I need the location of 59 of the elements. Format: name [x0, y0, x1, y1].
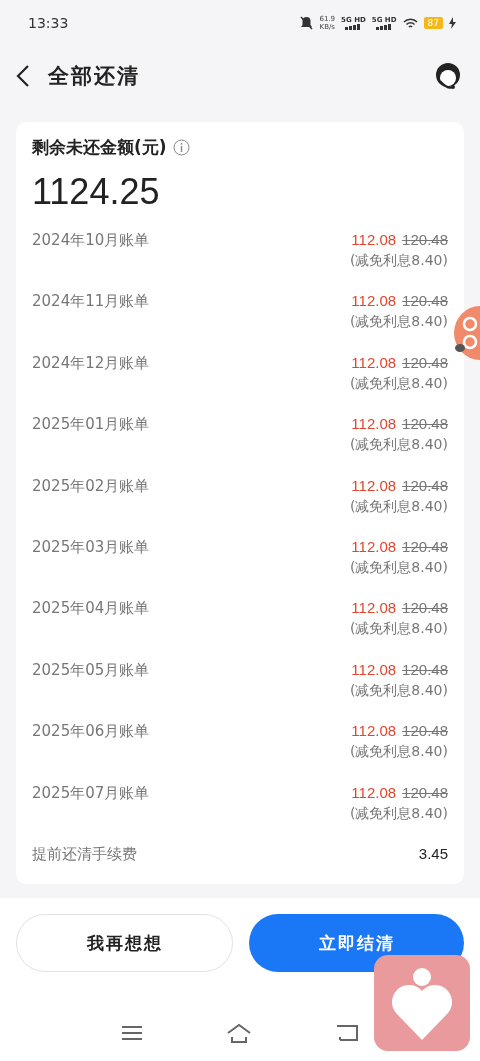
original-amount: 120.48: [402, 722, 448, 740]
bill-month: 2024年10月账单: [32, 231, 150, 251]
bill-month: 2025年07月账单: [32, 783, 150, 804]
original-amount: 120.48: [402, 415, 448, 433]
interest-waiver: (减免利息8.40): [349, 558, 448, 577]
floating-bubble-icon[interactable]: [454, 306, 480, 360]
fee-value: 3.45: [418, 844, 448, 864]
interest-waiver: (减免利息8.40): [349, 313, 448, 332]
info-icon[interactable]: [172, 139, 190, 156]
bill-month: 2025年05月账单: [32, 660, 150, 681]
battery-level: 87: [423, 17, 443, 29]
wifi-icon: [402, 17, 418, 29]
original-amount: 120.48: [402, 292, 448, 310]
mute-icon: [300, 16, 314, 30]
bill-month: 2025年01月账单: [32, 415, 150, 436]
bill-month: 2025年04月账单: [32, 599, 150, 620]
original-amount: 120.48: [402, 599, 448, 617]
fee-label: 提前还清手续费: [32, 844, 137, 864]
bill-amount: 112.08: [351, 415, 397, 433]
bill-amount: 112.08: [351, 537, 397, 555]
interest-waiver: (减免利息8.40): [349, 681, 448, 700]
bill-month: 2024年11月账单: [32, 292, 150, 313]
clock: 13:33: [28, 15, 69, 31]
bill-amount: 112.08: [351, 292, 397, 310]
interest-waiver: (减免利息8.40): [349, 374, 448, 393]
interest-waiver: (减免利息8.40): [349, 743, 448, 762]
signal-icon: [345, 24, 362, 30]
bill-amount: 112.08: [351, 231, 397, 248]
bill-amount: 112.08: [351, 599, 397, 617]
back-icon[interactable]: [16, 64, 30, 88]
bill-amount: 112.08: [351, 476, 397, 494]
interest-waiver: (减免利息8.40): [349, 497, 448, 516]
bill-month: 2024年12月账单: [32, 353, 150, 374]
remaining-amount: 1124.25: [32, 171, 161, 213]
bill-month: 2025年06月账单: [32, 722, 150, 743]
bill-month: 2025年02月账单: [32, 476, 150, 497]
interest-waiver: (减免利息8.40): [349, 620, 448, 639]
signal-icon: [376, 24, 393, 30]
page-title: 全部还清: [48, 63, 140, 90]
charging-icon: [449, 17, 456, 29]
summary-label: 剩余未还金额(元): [32, 136, 167, 159]
original-amount: 120.48: [402, 231, 448, 248]
original-amount: 120.48: [402, 353, 448, 371]
original-amount: 120.48: [402, 476, 448, 494]
home-icon[interactable]: [226, 1023, 252, 1043]
menu-icon[interactable]: [122, 1025, 142, 1041]
bill-amount: 112.08: [351, 660, 397, 678]
bill-amount: 112.08: [351, 783, 397, 801]
cancel-button[interactable]: 我再想想: [16, 914, 233, 972]
original-amount: 120.48: [402, 537, 448, 555]
bill-amount: 112.08: [351, 353, 397, 371]
original-amount: 120.48: [402, 660, 448, 678]
back-nav-icon[interactable]: [336, 1024, 358, 1042]
interest-waiver: (减免利息8.40): [349, 252, 448, 270]
original-amount: 120.48: [402, 783, 448, 801]
bill-month: 2025年03月账单: [32, 537, 150, 558]
interest-waiver: (减免利息8.40): [349, 804, 448, 823]
bill-amount: 112.08: [351, 722, 397, 740]
interest-waiver: (减免利息8.40): [349, 436, 448, 455]
